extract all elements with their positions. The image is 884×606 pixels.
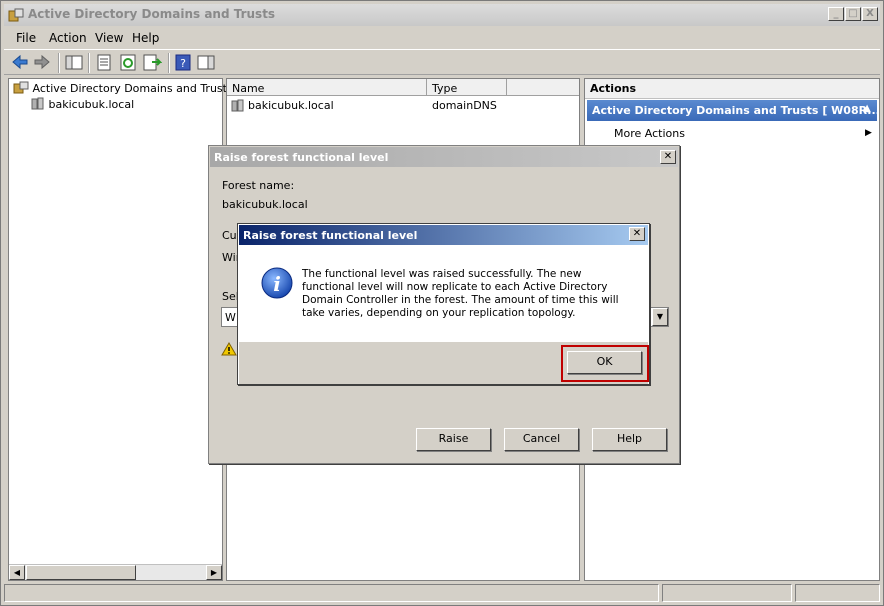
svg-text:?: ? bbox=[180, 57, 186, 70]
column-header-name[interactable]: Name bbox=[227, 79, 427, 96]
cancel-button[interactable]: Cancel bbox=[504, 428, 579, 451]
message-text: The functional level was raised successf… bbox=[302, 268, 619, 319]
show-hide-action-pane-icon[interactable] bbox=[196, 53, 216, 72]
information-icon: i bbox=[261, 267, 293, 299]
more-actions-item[interactable]: More Actions bbox=[614, 127, 685, 140]
svg-text:i: i bbox=[273, 272, 281, 296]
row-type: domainDNS bbox=[432, 99, 497, 112]
status-cell bbox=[4, 584, 659, 602]
raise-button[interactable]: Raise bbox=[416, 428, 491, 451]
console-tree: Active Directory Domains and Trusts [ W … bbox=[8, 78, 255, 581]
scroll-right-icon[interactable]: ▶ bbox=[206, 565, 222, 580]
collapse-caret-icon[interactable]: ▲ bbox=[863, 103, 871, 114]
row-name: bakicubuk.local bbox=[248, 99, 334, 112]
main-window: Active Directory Domains and Trusts _ □ … bbox=[0, 0, 884, 606]
scroll-thumb[interactable] bbox=[26, 565, 136, 580]
functional-level-value: W bbox=[225, 311, 236, 324]
menu-bar: File Action View Help bbox=[4, 28, 880, 48]
menu-action[interactable]: Action bbox=[49, 31, 87, 45]
warning-icon bbox=[221, 342, 237, 356]
back-arrow-icon[interactable] bbox=[10, 53, 30, 72]
menu-help[interactable]: Help bbox=[132, 31, 159, 45]
actions-group-label: Active Directory Domains and Trusts [ W0… bbox=[592, 104, 877, 117]
properties-icon[interactable] bbox=[94, 53, 114, 72]
forward-arrow-icon[interactable] bbox=[32, 53, 52, 72]
success-message-dialog: Raise forest functional level ✕ i The fu… bbox=[237, 223, 650, 385]
tree-child-label: bakicubuk.local bbox=[48, 98, 135, 111]
toolbar-separator bbox=[88, 53, 90, 73]
ad-domains-app-icon bbox=[8, 8, 24, 22]
column-header-empty bbox=[507, 79, 579, 96]
dropdown-arrow-icon[interactable]: ▼ bbox=[652, 308, 668, 326]
domain-icon bbox=[31, 97, 44, 110]
export-list-icon[interactable] bbox=[142, 53, 162, 72]
submenu-arrow-icon: ▶ bbox=[865, 128, 872, 138]
tree-root-item[interactable]: Active Directory Domains and Trusts [ W bbox=[13, 81, 255, 95]
ok-button[interactable]: OK bbox=[567, 351, 642, 374]
forest-name-value: bakicubuk.local bbox=[222, 198, 308, 211]
status-cell bbox=[662, 584, 792, 602]
raise-dialog-title: Raise forest functional level bbox=[210, 147, 678, 167]
maximize-button[interactable]: □ bbox=[845, 7, 861, 21]
status-bar bbox=[4, 584, 880, 603]
actions-group-header[interactable]: Active Directory Domains and Trusts [ W0… bbox=[587, 100, 877, 121]
tree-child-item[interactable]: bakicubuk.local bbox=[31, 97, 134, 111]
actions-header: Actions bbox=[585, 79, 879, 99]
column-header-type[interactable]: Type bbox=[427, 79, 507, 96]
raise-dialog-close-button[interactable]: ✕ bbox=[660, 150, 676, 164]
status-cell bbox=[795, 584, 880, 602]
table-row[interactable]: bakicubuk.local domainDNS bbox=[231, 99, 571, 115]
window-title: Active Directory Domains and Trusts bbox=[28, 7, 276, 21]
show-hide-console-tree-icon[interactable] bbox=[64, 53, 84, 72]
message-dialog-footer: OK bbox=[239, 342, 649, 384]
toolbar: ? bbox=[4, 49, 880, 75]
message-dialog-close-button[interactable]: ✕ bbox=[629, 227, 645, 241]
ad-domains-icon bbox=[13, 81, 29, 94]
menu-view[interactable]: View bbox=[95, 31, 123, 45]
title-bar: Active Directory Domains and Trusts _ □ … bbox=[4, 4, 880, 26]
tree-horizontal-scrollbar[interactable]: ◀ ▶ bbox=[9, 564, 222, 580]
message-dialog-title: Raise forest functional level bbox=[239, 225, 648, 245]
toolbar-separator bbox=[58, 53, 60, 73]
tree-root-label: Active Directory Domains and Trusts [ W bbox=[32, 82, 255, 95]
domain-icon bbox=[231, 99, 244, 112]
close-button[interactable]: X bbox=[862, 7, 878, 21]
minimize-button[interactable]: _ bbox=[828, 7, 844, 21]
help-button[interactable]: Help bbox=[592, 428, 667, 451]
menu-file[interactable]: File bbox=[16, 31, 36, 45]
forest-name-label: Forest name: bbox=[222, 179, 295, 192]
help-icon[interactable]: ? bbox=[173, 53, 193, 72]
refresh-icon[interactable] bbox=[118, 53, 138, 72]
scroll-left-icon[interactable]: ◀ bbox=[9, 565, 25, 580]
toolbar-separator bbox=[168, 53, 170, 73]
